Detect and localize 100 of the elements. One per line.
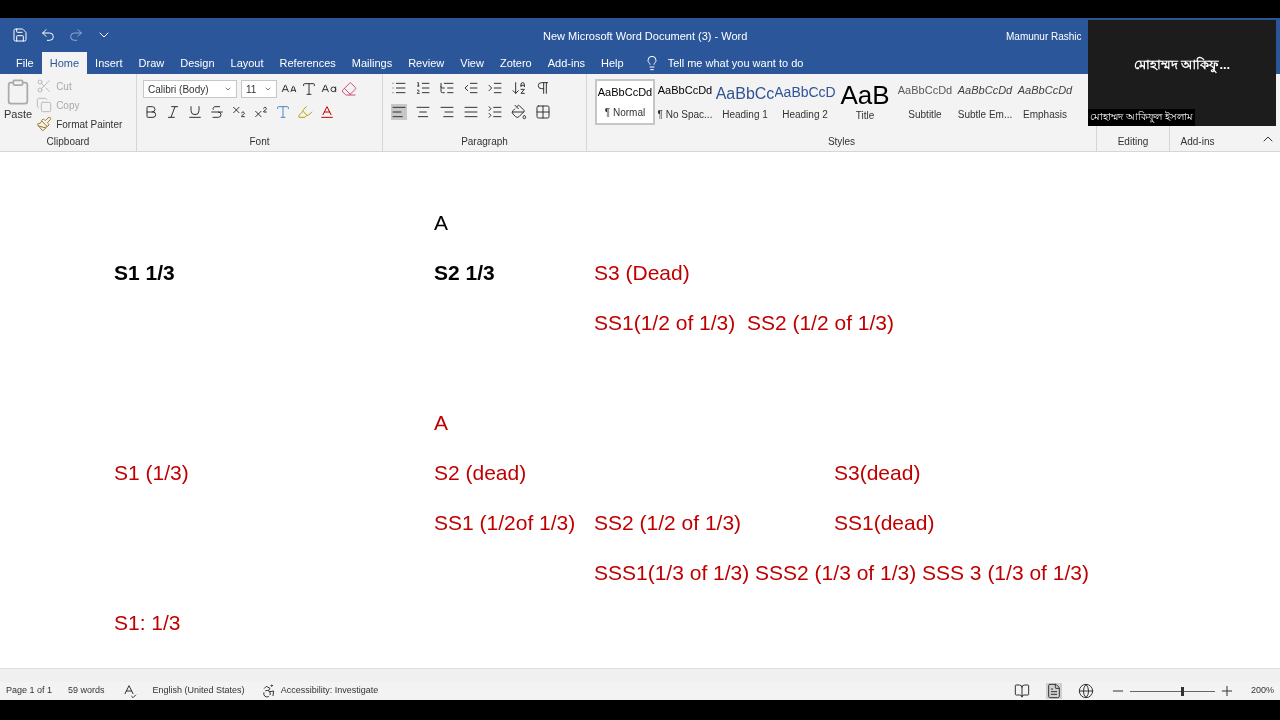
dropdown-icon[interactable] xyxy=(224,85,232,93)
document-text: S1 1/3 xyxy=(114,260,175,286)
style-item[interactable]: AaBbCcDd Subtitle xyxy=(895,79,955,125)
style-name: Heading 1 xyxy=(722,108,768,122)
style-item[interactable]: AaBbCcD Heading 2 xyxy=(775,79,835,125)
ribbon-tab[interactable]: Help xyxy=(593,52,632,74)
accessibility-icon[interactable] xyxy=(260,683,277,699)
document-text: SS2 (1/2 of 1/3) xyxy=(594,510,742,536)
decrease-indent-icon[interactable] xyxy=(463,80,479,96)
style-preview: AaBbCcDd xyxy=(597,85,653,100)
ribbon-tab[interactable]: Draw xyxy=(130,52,173,74)
multilevel-list-icon[interactable] xyxy=(439,80,455,96)
style-name: Subtitle xyxy=(908,108,942,122)
zoom-level[interactable]: 200% xyxy=(1250,684,1274,698)
underline-icon[interactable] xyxy=(187,104,203,120)
dropdown-icon[interactable] xyxy=(264,85,272,93)
align-right-icon[interactable] xyxy=(439,104,455,120)
zoom-thumb[interactable] xyxy=(1180,686,1184,696)
ribbon-tab[interactable]: View xyxy=(452,52,492,74)
document-text: A xyxy=(434,410,448,436)
italic-icon[interactable] xyxy=(165,104,181,120)
clear-formatting-icon[interactable] xyxy=(341,81,357,97)
document-text: SS1 (1/2of 1/3) xyxy=(434,510,576,536)
font-size-field[interactable]: 11 xyxy=(241,80,277,98)
style-preview: AaBbCcDd xyxy=(957,83,1013,98)
participant-name: মোহাম্মদ আকিফু... xyxy=(1133,55,1231,75)
document-text: SSS1(1/3 of 1/3) SSS2 (1/3 of 1/3) SSS 3 (1/3 of 1/3) xyxy=(594,560,1089,586)
style-item[interactable]: AaBbCcDd Emphasis xyxy=(1015,79,1075,125)
redo-icon[interactable] xyxy=(68,27,84,43)
style-preview: AaBbCcDd xyxy=(657,83,713,98)
ribbon-tab[interactable]: Design xyxy=(172,52,223,74)
justify-icon[interactable] xyxy=(463,104,479,120)
style-item[interactable]: AaBbCcDd ¶ Normal xyxy=(595,79,655,125)
user-name[interactable]: Mamunur Rashic xyxy=(1006,29,1082,44)
style-item[interactable]: AaBbCc Heading 1 xyxy=(715,79,775,125)
document-text: S1 (1/3) xyxy=(114,460,189,486)
page-count[interactable]: Page 1 of 1 xyxy=(6,684,53,698)
bold-icon[interactable] xyxy=(143,104,159,120)
font-name-field[interactable]: Calibri (Body) xyxy=(143,80,237,98)
style-preview: AaBbCcD xyxy=(775,83,835,102)
ribbon-tab[interactable]: Review xyxy=(400,52,453,74)
style-name: Heading 2 xyxy=(782,108,828,122)
ribbon-tab[interactable]: Layout xyxy=(222,52,272,74)
ribbon-tab[interactable]: Insert xyxy=(87,52,131,74)
align-left-icon[interactable] xyxy=(391,104,407,120)
print-layout-icon[interactable] xyxy=(1045,683,1062,699)
paintbrush-icon[interactable] xyxy=(36,116,53,132)
style-item[interactable]: AaB Title xyxy=(835,79,895,125)
text-effects-icon[interactable] xyxy=(275,104,291,120)
style-name: Subtle Em... xyxy=(957,108,1013,122)
ribbon-tab[interactable]: Home xyxy=(41,52,88,74)
style-name: ¶ No Spac... xyxy=(657,108,713,122)
group-label: Styles xyxy=(826,135,857,149)
accessibility-status[interactable]: Accessibility: Investigate xyxy=(280,684,379,698)
style-preview: AaBbCcDd xyxy=(1017,83,1073,98)
shading-icon[interactable] xyxy=(511,104,527,120)
style-preview: AaBbCc xyxy=(715,84,775,104)
ribbon-tab[interactable]: File xyxy=(8,52,42,74)
style-item[interactable]: AaBbCcDd ¶ No Spac... xyxy=(655,79,715,125)
tell-me-field[interactable]: Tell me what you want to do xyxy=(667,54,804,72)
language-indicator[interactable]: English (United States) xyxy=(152,684,245,698)
increase-indent-icon[interactable] xyxy=(487,80,503,96)
word-count[interactable]: 59 words xyxy=(68,684,105,698)
pilcrow-icon[interactable] xyxy=(535,80,551,96)
align-center-icon[interactable] xyxy=(415,104,431,120)
group-label: Font xyxy=(248,135,271,149)
style-preview: AaB xyxy=(840,82,890,108)
group-label: Clipboard xyxy=(45,135,91,149)
line-spacing-icon[interactable] xyxy=(487,104,503,120)
participant-caption: মোহাম্মদ আকিফুল ইসলাম xyxy=(1088,109,1195,126)
font-color-icon[interactable] xyxy=(319,104,335,120)
web-layout-icon[interactable] xyxy=(1077,683,1094,699)
group-label: Paragraph xyxy=(460,135,509,149)
document-text: S3(dead) xyxy=(834,460,921,486)
format-painter-button[interactable]: Format Painter xyxy=(56,116,123,132)
ribbon-tab[interactable]: Zotero xyxy=(491,52,540,74)
superscript-icon[interactable] xyxy=(253,104,269,120)
style-name: Title xyxy=(855,109,875,123)
strikethrough-icon[interactable] xyxy=(209,104,225,120)
undo-icon[interactable] xyxy=(40,27,56,43)
ribbon-tab[interactable]: References xyxy=(271,52,344,74)
document-text: SS1(dead) xyxy=(834,510,935,536)
paste-button[interactable]: Paste xyxy=(4,106,33,123)
borders-icon[interactable] xyxy=(535,104,551,120)
ribbon-tab[interactable]: Mailings xyxy=(343,52,401,74)
group-label: Editing xyxy=(1116,135,1150,149)
document-text: S2 (dead) xyxy=(434,460,527,486)
read-mode-icon[interactable] xyxy=(1013,683,1030,699)
group-label: Add-ins xyxy=(1179,135,1216,149)
sort-icon[interactable] xyxy=(511,80,527,96)
bullets-icon[interactable] xyxy=(391,80,407,96)
save-icon[interactable] xyxy=(12,27,28,43)
document-text: SS1(1/2 of 1/3) SS2 (1/2 of 1/3) xyxy=(594,310,894,336)
ribbon-tab[interactable]: Add-ins xyxy=(539,52,593,74)
document-text: A xyxy=(434,210,448,236)
style-item[interactable]: AaBbCcDd Subtle Em... xyxy=(955,79,1015,125)
numbering-icon[interactable] xyxy=(415,80,431,96)
subscript-icon[interactable] xyxy=(231,104,247,120)
document-text: S2 1/3 xyxy=(434,260,495,286)
style-preview: AaBbCcDd xyxy=(897,83,953,98)
